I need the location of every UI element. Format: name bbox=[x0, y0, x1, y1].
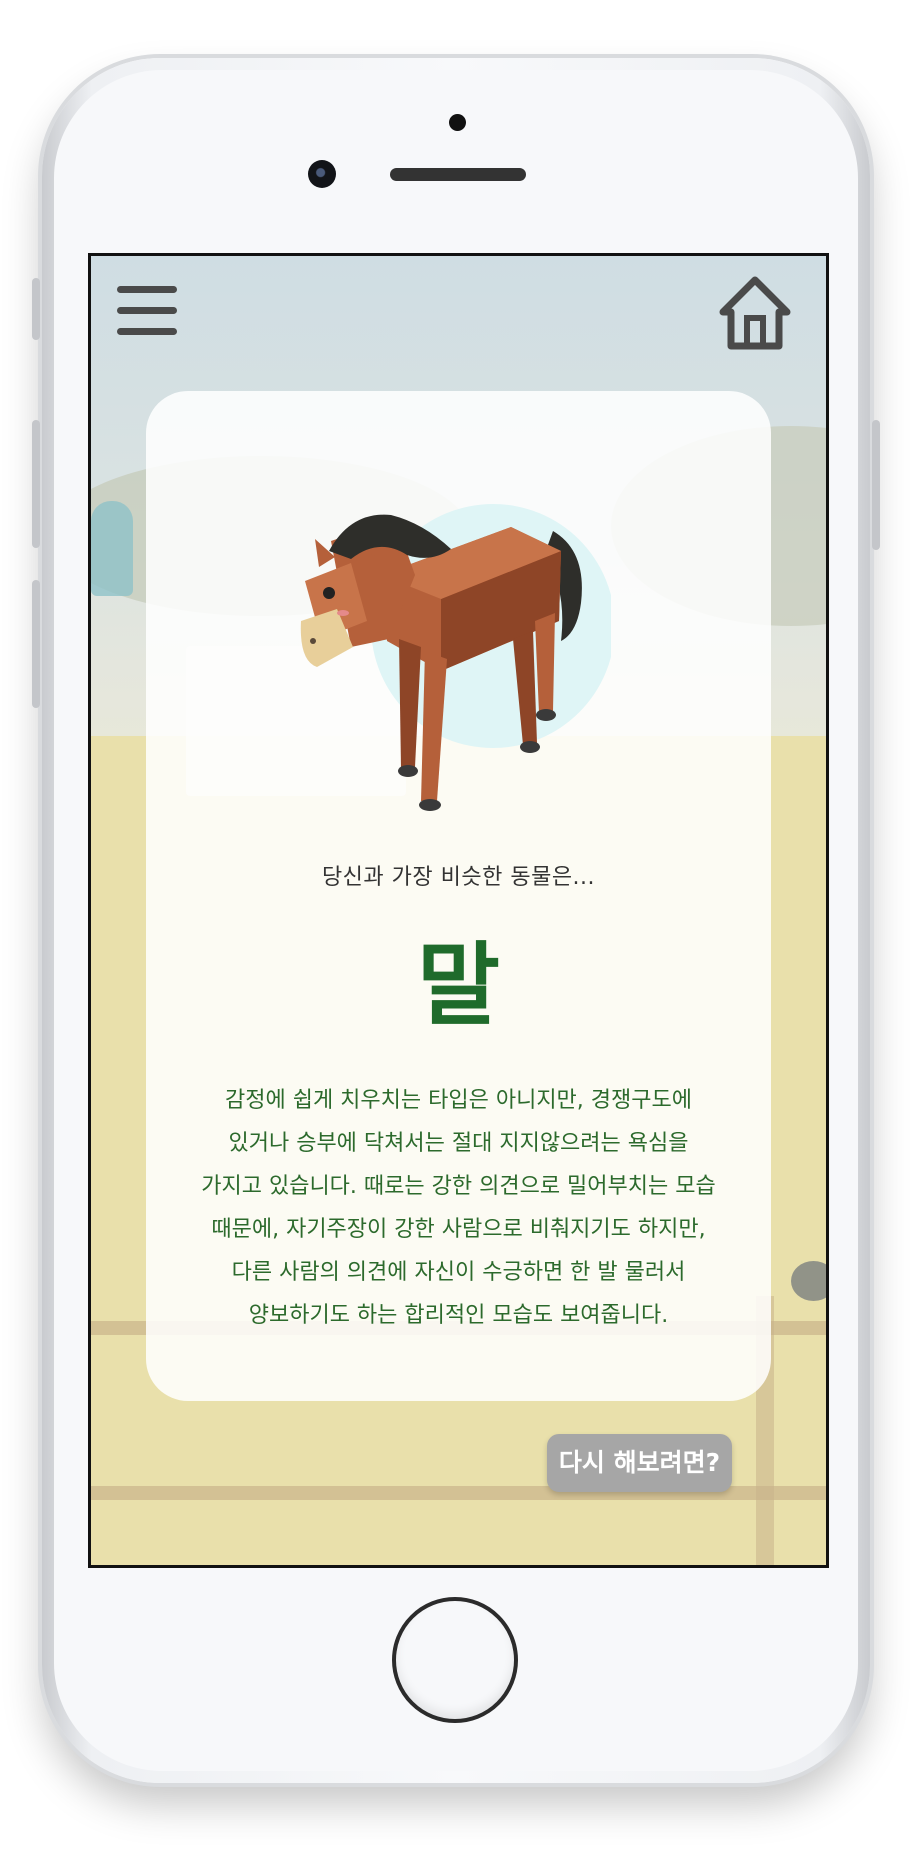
home-icon[interactable] bbox=[717, 274, 793, 352]
phone-home-button[interactable] bbox=[392, 1597, 518, 1723]
front-camera bbox=[308, 160, 336, 188]
power-button bbox=[872, 420, 880, 550]
animal-description: 감정에 쉽게 치우치는 타입은 아니지만, 경쟁구도에 있거나 승부에 닥쳐서는… bbox=[201, 1088, 716, 1328]
app-screen: 당신과 가장 비슷한 동물은... 말 감정에 쉽게 치우치는 타입은 아니지만… bbox=[88, 253, 829, 1568]
front-sensor bbox=[449, 114, 466, 131]
retry-button[interactable]: 다시 해보려면? bbox=[547, 1434, 732, 1492]
result-card: 당신과 가장 비슷한 동물은... 말 감정에 쉽게 치우치는 타입은 아니지만… bbox=[146, 391, 771, 1401]
result-subtitle: 당신과 가장 비슷한 동물은... bbox=[321, 865, 596, 890]
volume-down-button bbox=[32, 580, 40, 708]
earpiece-speaker bbox=[390, 168, 526, 181]
animal-name: 말 bbox=[417, 933, 500, 1038]
mute-switch bbox=[32, 278, 40, 340]
hamburger-menu-icon[interactable] bbox=[115, 280, 179, 344]
volume-up-button bbox=[32, 420, 40, 548]
horse-illustration bbox=[300, 504, 611, 811]
background-tree bbox=[91, 501, 133, 596]
background-rock bbox=[791, 1261, 826, 1301]
